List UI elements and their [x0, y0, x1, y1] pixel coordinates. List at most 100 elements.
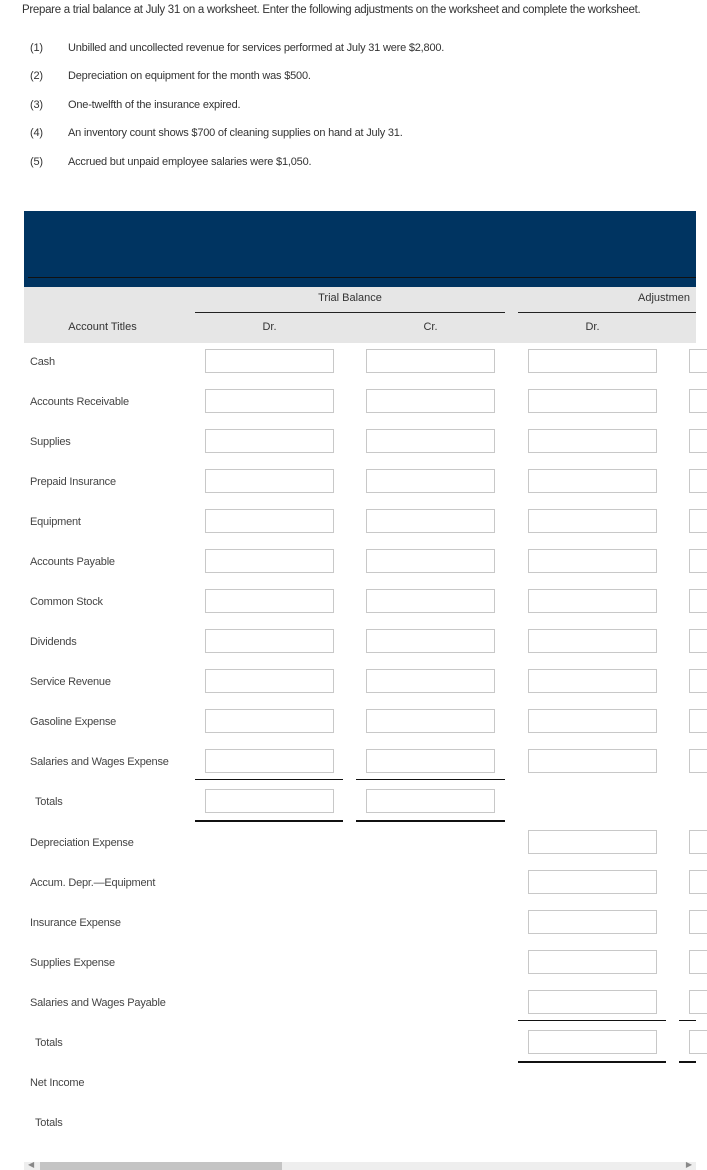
table-row: Common Stock — [0, 582, 707, 622]
adj-cr-input[interactable] — [689, 830, 707, 854]
adjustment-item: (1) Unbilled and uncollected revenue for … — [30, 42, 444, 54]
adj-cr-input[interactable] — [689, 910, 707, 934]
tb-cr-input[interactable] — [366, 629, 495, 653]
scrollbar-thumb[interactable] — [40, 1162, 282, 1170]
account-title: Dividends — [30, 636, 77, 648]
table-row: Supplies — [0, 422, 707, 462]
tb-cr-input[interactable] — [366, 389, 495, 413]
tb-cr-input[interactable] — [366, 749, 495, 773]
adj-dr-input[interactable] — [528, 990, 657, 1014]
tb-dr-input[interactable] — [205, 429, 334, 453]
adj-dr-input[interactable] — [528, 349, 657, 373]
account-title: Salaries and Wages Expense — [30, 756, 169, 768]
adj-dr-input[interactable] — [528, 1030, 657, 1054]
account-title: Gasoline Expense — [30, 716, 117, 728]
tb-cr-input[interactable] — [366, 549, 495, 573]
adj-cr-input[interactable] — [689, 870, 707, 894]
tb-dr-input[interactable] — [205, 709, 334, 733]
adj-cr-input[interactable] — [689, 349, 707, 373]
tb-dr-input[interactable] — [205, 589, 334, 613]
adj-cr-input[interactable] — [689, 629, 707, 653]
tb-dr-input[interactable] — [205, 469, 334, 493]
adjustment-number: (1) — [30, 42, 43, 54]
adj-cr-input[interactable] — [689, 1030, 707, 1054]
worksheet-header-banner — [24, 211, 696, 287]
adj-dr-input[interactable] — [528, 589, 657, 613]
divider — [28, 277, 696, 278]
adj-dr-input[interactable] — [528, 709, 657, 733]
tb-dr-input[interactable] — [205, 629, 334, 653]
adj-cr-input[interactable] — [689, 429, 707, 453]
adj-cr-input[interactable] — [689, 589, 707, 613]
table-row: Salaries and Wages Expense — [0, 742, 707, 782]
tb-cr-input[interactable] — [366, 509, 495, 533]
account-title: Depreciation Expense — [30, 837, 134, 849]
adj-cr-input[interactable] — [689, 469, 707, 493]
tb-cr-input[interactable] — [366, 669, 495, 693]
table-row: Salaries and Wages Payable — [0, 983, 707, 1023]
account-title: Totals — [35, 1037, 63, 1049]
horizontal-scrollbar[interactable]: ◀ ▶ — [24, 1160, 696, 1170]
tb-cr-input[interactable] — [366, 789, 495, 813]
tb-dr-input[interactable] — [205, 549, 334, 573]
tb-dr-input[interactable] — [205, 389, 334, 413]
adjustment-number: (4) — [30, 127, 43, 139]
scroll-right-icon[interactable]: ▶ — [686, 1160, 692, 1169]
adj-dr-input[interactable] — [528, 469, 657, 493]
adj-dr-input[interactable] — [528, 549, 657, 573]
tb-cr-input[interactable] — [366, 429, 495, 453]
adjustment-text: One-twelfth of the insurance expired. — [68, 99, 241, 111]
adjustment-item: (3) One-twelfth of the insurance expired. — [30, 99, 241, 111]
underline — [518, 1020, 666, 1021]
underline — [195, 779, 343, 780]
adj-dr-input[interactable] — [528, 389, 657, 413]
adj-dr-input[interactable] — [528, 910, 657, 934]
tb-dr-input[interactable] — [205, 349, 334, 373]
tb-dr-input[interactable] — [205, 669, 334, 693]
tb-cr-heading: Cr. — [423, 321, 438, 333]
tb-dr-input[interactable] — [205, 509, 334, 533]
adjustment-number: (5) — [30, 156, 43, 168]
adjustment-text: Accrued but unpaid employee salaries wer… — [68, 156, 312, 168]
adj-cr-input[interactable] — [689, 990, 707, 1014]
instructions: Prepare a trial balance at July 31 on a … — [22, 4, 641, 16]
adj-dr-input[interactable] — [528, 669, 657, 693]
adj-cr-input[interactable] — [689, 389, 707, 413]
table-row: Gasoline Expense — [0, 702, 707, 742]
adj-dr-input[interactable] — [528, 950, 657, 974]
adj-dr-input[interactable] — [528, 830, 657, 854]
adj-cr-input[interactable] — [689, 669, 707, 693]
account-title: Totals — [35, 796, 63, 808]
tb-cr-input[interactable] — [366, 709, 495, 733]
scroll-left-icon[interactable]: ◀ — [28, 1160, 34, 1169]
account-title: Accounts Payable — [30, 556, 115, 568]
underline — [356, 779, 505, 780]
adj-cr-input[interactable] — [689, 950, 707, 974]
adj-dr-input[interactable] — [528, 629, 657, 653]
account-titles-heading: Account Titles — [68, 321, 137, 333]
trial-balance-heading: Trial Balance — [318, 292, 382, 304]
adj-dr-input[interactable] — [528, 749, 657, 773]
adj-cr-input[interactable] — [689, 509, 707, 533]
adj-dr-input[interactable] — [528, 870, 657, 894]
adj-cr-input[interactable] — [689, 549, 707, 573]
tb-cr-input[interactable] — [366, 349, 495, 373]
account-title: Totals — [35, 1117, 63, 1129]
table-row: Equipment — [0, 502, 707, 542]
adj-cr-input[interactable] — [689, 749, 707, 773]
tb-dr-input[interactable] — [205, 749, 334, 773]
adj-dr-input[interactable] — [528, 509, 657, 533]
tb-cr-input[interactable] — [366, 589, 495, 613]
adjustment-item: (4) An inventory count shows $700 of clea… — [30, 127, 403, 139]
table-row: Totals — [0, 1023, 707, 1063]
table-row: Prepaid Insurance — [0, 462, 707, 502]
account-title: Common Stock — [30, 596, 103, 608]
table-row: Dividends — [0, 622, 707, 662]
adj-dr-input[interactable] — [528, 429, 657, 453]
tb-dr-input[interactable] — [205, 789, 334, 813]
table-row: Net Income — [0, 1063, 707, 1103]
adj-cr-input[interactable] — [689, 709, 707, 733]
table-row: Accounts Receivable — [0, 382, 707, 422]
table-row: Accounts Payable — [0, 542, 707, 582]
tb-cr-input[interactable] — [366, 469, 495, 493]
